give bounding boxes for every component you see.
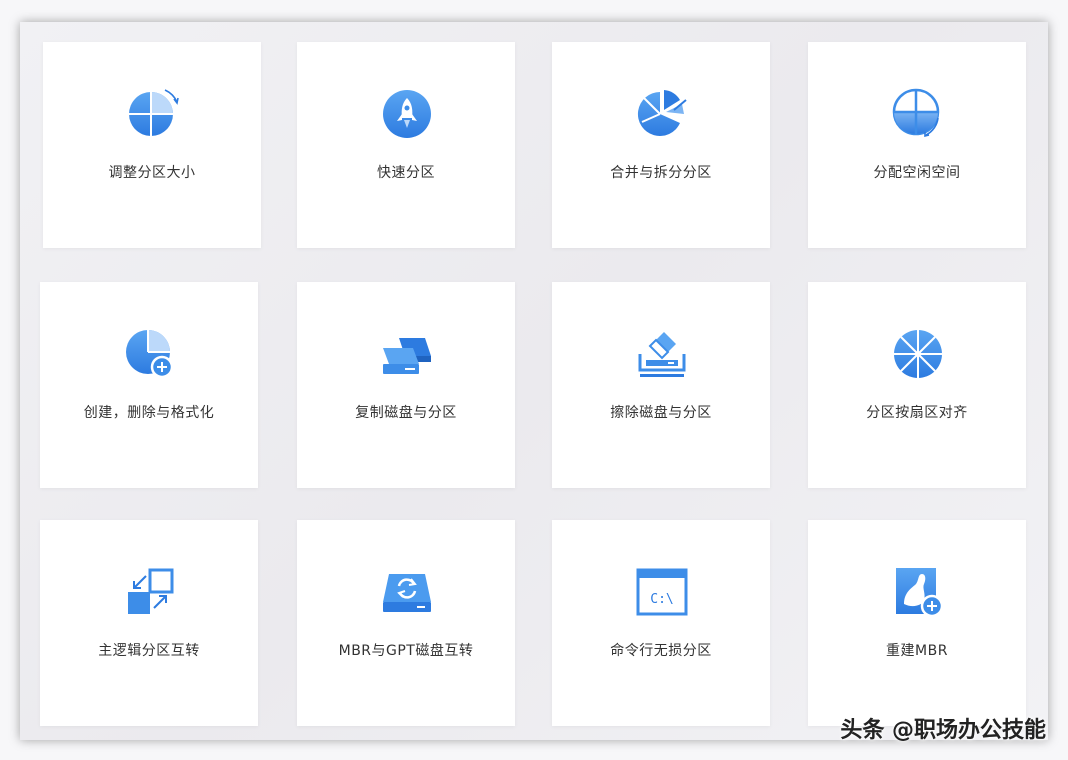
convert-squares-icon (124, 566, 176, 618)
feature-label: MBR与GPT磁盘互转 (338, 643, 474, 659)
feature-card-rebuild-mbr[interactable]: 重建MBR (808, 520, 1026, 726)
disk-copy-icon (381, 328, 433, 380)
pie-allocate-icon (892, 88, 944, 140)
feature-card-erase-disk[interactable]: 擦除磁盘与分区 (552, 282, 770, 488)
feature-card-resize-partition[interactable]: 调整分区大小 (43, 42, 261, 248)
feature-label: 快速分区 (377, 165, 435, 181)
feature-card-mbr-gpt-convert[interactable]: MBR与GPT磁盘互转 (297, 520, 515, 726)
pie-resize-icon (127, 88, 179, 140)
feature-label: 擦除磁盘与分区 (610, 405, 712, 421)
feature-card-copy-disk[interactable]: 复制磁盘与分区 (297, 282, 515, 488)
feature-card-sector-align[interactable]: 分区按扇区对齐 (808, 282, 1026, 488)
rebuild-mbr-icon (892, 566, 944, 618)
disk-convert-icon (381, 566, 433, 618)
command-line-icon: C:\ (636, 566, 688, 618)
feature-label: 合并与拆分分区 (610, 165, 712, 181)
feature-card-command-line[interactable]: C:\ 命令行无损分区 (552, 520, 770, 726)
feature-card-quick-partition[interactable]: 快速分区 (297, 42, 515, 248)
feature-label: 重建MBR (886, 643, 948, 659)
feature-label: 命令行无损分区 (610, 643, 712, 659)
feature-label: 分区按扇区对齐 (866, 405, 968, 421)
sector-align-icon (892, 328, 944, 380)
feature-card-primary-logical-convert[interactable]: 主逻辑分区互转 (40, 520, 258, 726)
feature-grid-panel: 调整分区大小 快速分区 合并与拆分分区 分配空闲空间 创建，删除与格式化 复制磁… (20, 22, 1048, 740)
feature-card-create-delete-format[interactable]: 创建，删除与格式化 (40, 282, 258, 488)
feature-label: 主逻辑分区互转 (98, 643, 200, 659)
feature-card-merge-split[interactable]: 合并与拆分分区 (552, 42, 770, 248)
svg-text:C:\: C:\ (650, 592, 673, 607)
feature-label: 调整分区大小 (108, 165, 196, 181)
feature-card-allocate-space[interactable]: 分配空闲空间 (808, 42, 1026, 248)
feature-label: 创建，删除与格式化 (83, 405, 215, 421)
watermark-text: 头条 @职场办公技能 (840, 718, 1046, 743)
rocket-icon (381, 88, 433, 140)
feature-label: 复制磁盘与分区 (355, 405, 457, 421)
pie-add-icon (124, 328, 176, 380)
feature-label: 分配空闲空间 (873, 165, 961, 181)
pie-split-icon (636, 88, 688, 140)
disk-erase-icon (636, 328, 688, 380)
